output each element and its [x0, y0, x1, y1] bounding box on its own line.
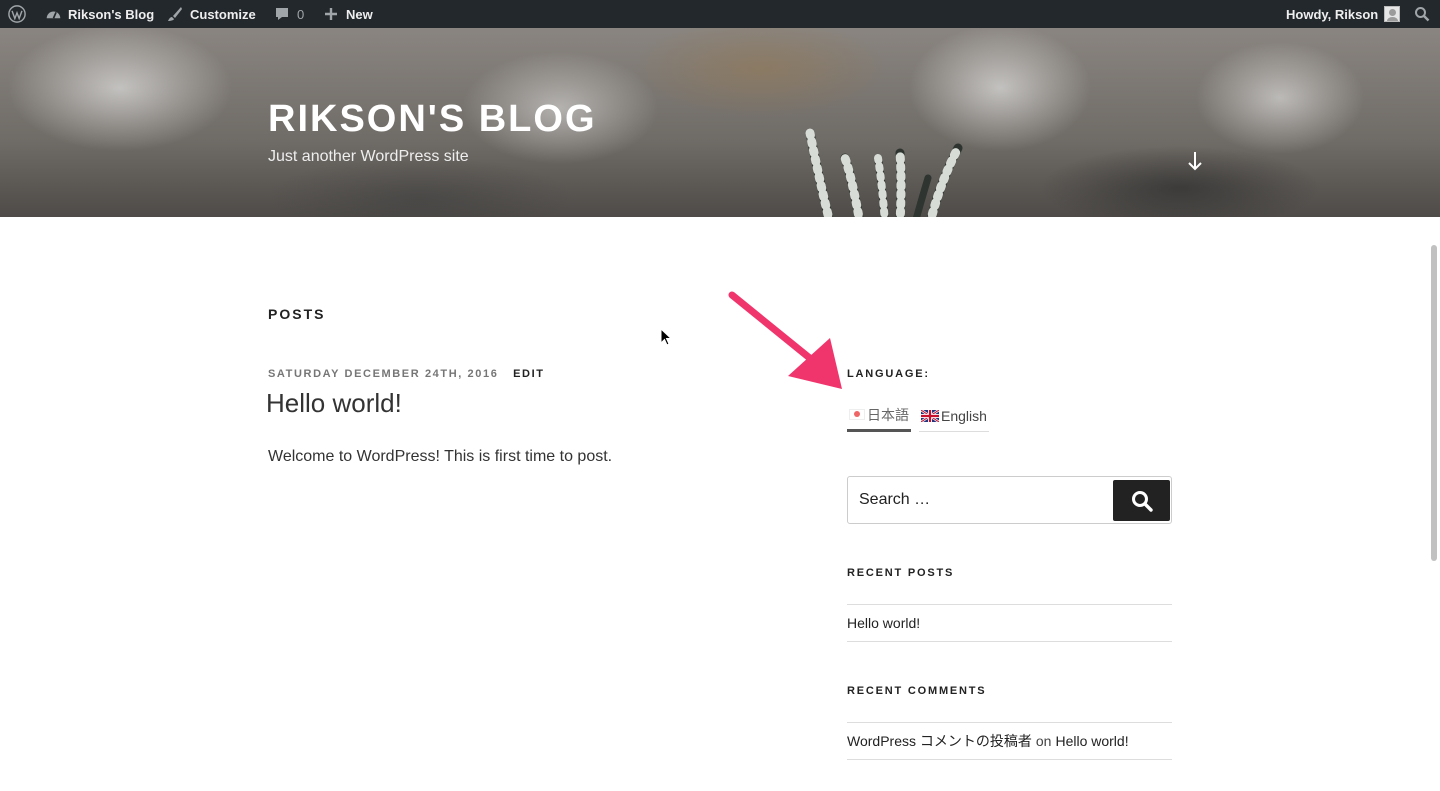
search-button[interactable] [1113, 480, 1170, 521]
customize-link[interactable]: Customize [166, 0, 256, 28]
post-content: Welcome to WordPress! This is first time… [268, 448, 613, 465]
language-option-english[interactable]: English [919, 400, 989, 432]
search-input[interactable] [848, 477, 1114, 523]
edit-post-link[interactable]: EDIT [513, 368, 544, 380]
language-widget-title: LANGUAGE: [847, 368, 930, 380]
admin-search-button[interactable] [1413, 0, 1431, 28]
comments-link[interactable]: 0 [273, 0, 304, 28]
comment-icon [273, 5, 291, 23]
comment-author-link[interactable]: WordPress コメントの投稿者 [847, 731, 1032, 751]
language-label: 日本語 [867, 406, 909, 423]
site-header: RIKSON'S BLOG Just another WordPress sit… [0, 28, 1440, 217]
page-title: POSTS [268, 306, 326, 322]
scrollbar[interactable] [1428, 217, 1440, 791]
post-title[interactable]: Hello world! [266, 388, 402, 419]
language-label: English [941, 407, 987, 424]
wordpress-icon [8, 5, 26, 23]
plus-icon [322, 5, 340, 23]
admin-bar: Rikson's Blog Customize 0 New Howdy, Rik… [0, 0, 1440, 28]
search-icon [1413, 5, 1431, 23]
site-title[interactable]: RIKSON'S BLOG [268, 98, 597, 141]
language-switcher: 日本語 English [847, 400, 989, 432]
recent-post-link[interactable]: Hello world! [847, 605, 1172, 642]
dashboard-icon [44, 5, 62, 23]
site-name-link[interactable]: Rikson's Blog [44, 0, 154, 28]
uk-flag-icon [921, 409, 939, 422]
annotation-arrow-icon [728, 291, 842, 389]
brush-icon [166, 5, 184, 23]
japan-flag-icon [849, 409, 865, 420]
plant-image [805, 128, 963, 217]
recent-posts-title: RECENT POSTS [847, 567, 955, 579]
search-form [847, 476, 1172, 524]
site-name-label: Rikson's Blog [68, 6, 155, 22]
search-icon [1131, 490, 1153, 512]
arrow-down-icon [1188, 152, 1202, 171]
new-content-link[interactable]: New [322, 0, 373, 28]
scroll-down-button[interactable] [1182, 148, 1208, 174]
my-account-link[interactable]: Howdy, Rikson [1286, 0, 1401, 28]
list-item: WordPress コメントの投稿者 on Hello world! [847, 723, 1172, 760]
post-meta: SATURDAY DECEMBER 24TH, 2016 EDIT [268, 368, 545, 380]
recent-posts-list: Hello world! [847, 604, 1172, 642]
language-option-japanese[interactable]: 日本語 [847, 400, 911, 432]
mouse-cursor-icon [660, 328, 672, 346]
site-description: Just another WordPress site [268, 148, 469, 165]
comment-post-link[interactable]: Hello world! [1055, 733, 1128, 749]
recent-comments-title: RECENT COMMENTS [847, 685, 987, 697]
comment-on-label: on [1035, 733, 1052, 749]
wordpress-logo-button[interactable] [8, 0, 26, 28]
howdy-label: Howdy, Rikson [1286, 6, 1379, 22]
avatar [1384, 6, 1401, 22]
customize-label: Customize [190, 6, 256, 22]
recent-comments-list: WordPress コメントの投稿者 on Hello world! [847, 722, 1172, 760]
scrollbar-thumb[interactable] [1431, 245, 1437, 561]
comments-count: 0 [297, 6, 305, 22]
new-label: New [346, 6, 373, 22]
post-date[interactable]: SATURDAY DECEMBER 24TH, 2016 [268, 368, 498, 380]
